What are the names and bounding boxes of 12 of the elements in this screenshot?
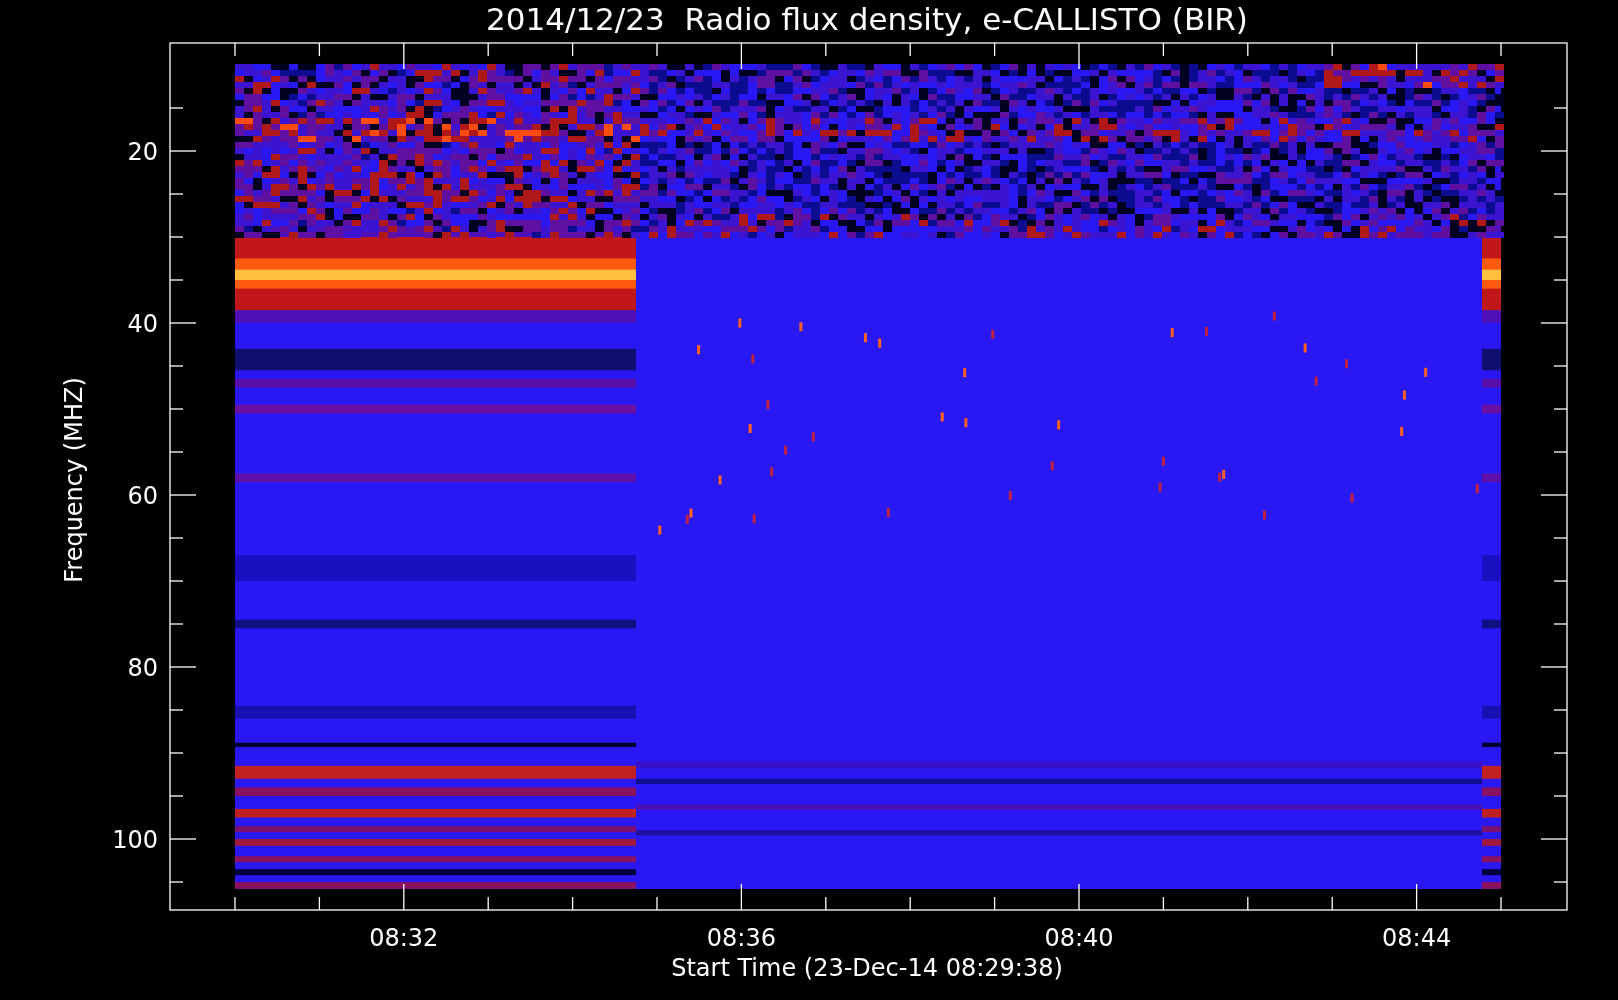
chart-title: 2014/12/23 Radio flux density, e-CALLISTO (BIR) bbox=[486, 1, 1248, 37]
y-axis-label: Frequency (MHZ) bbox=[60, 377, 88, 583]
y-tick-label: 100 bbox=[112, 826, 158, 854]
x-tick-label: 08:44 bbox=[1382, 924, 1452, 952]
y-tick-label: 20 bbox=[127, 138, 158, 166]
y-tick-label: 80 bbox=[127, 654, 158, 682]
x-tick-label: 08:40 bbox=[1044, 924, 1114, 952]
x-tick-label: 08:36 bbox=[706, 924, 776, 952]
y-tick-label: 60 bbox=[127, 482, 158, 510]
y-tick-label: 40 bbox=[127, 310, 158, 338]
x-tick-label: 08:32 bbox=[369, 924, 439, 952]
x-axis-label: Start Time (23-Dec-14 08:29:38) bbox=[671, 954, 1063, 982]
